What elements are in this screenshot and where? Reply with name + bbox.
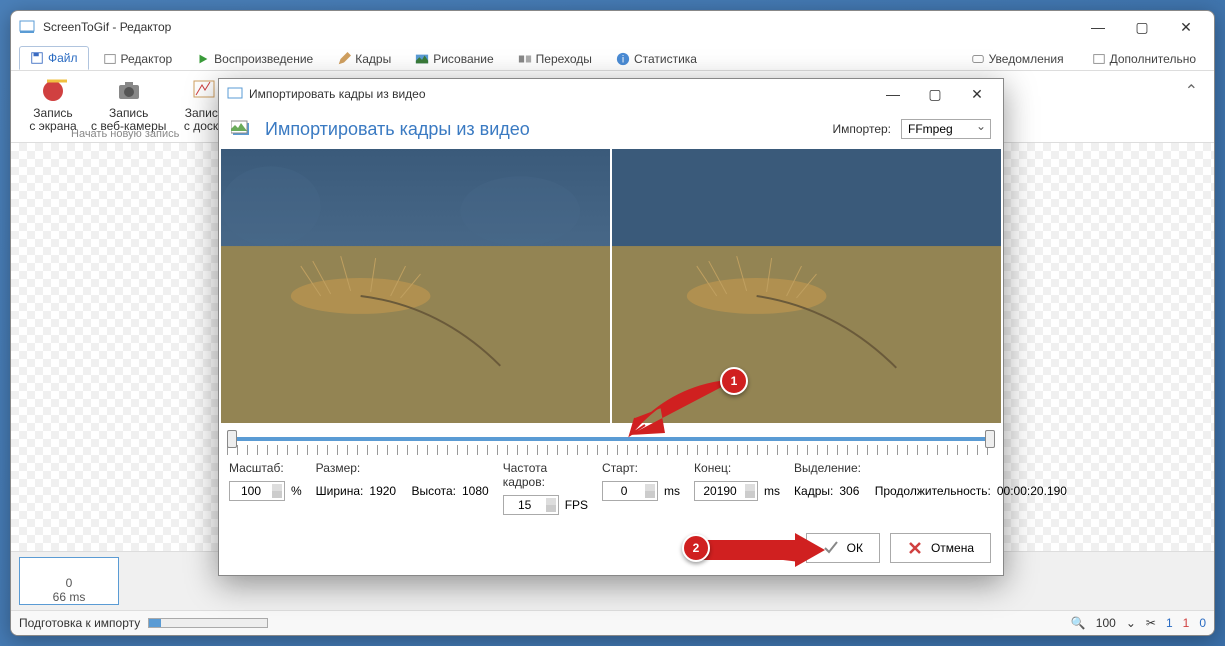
- fps-label: Частота кадров:: [503, 461, 588, 489]
- tab-draw[interactable]: Рисование: [405, 48, 503, 70]
- slider-ticks: [227, 445, 995, 455]
- size-label: Размер:: [316, 461, 489, 475]
- slider-handle-end[interactable]: [985, 430, 995, 448]
- scissors-icon[interactable]: ✂: [1146, 616, 1156, 630]
- status-num-2: 1: [1183, 616, 1190, 630]
- import-dialog: Импортировать кадры из видео — ▢ ✕ Импор…: [218, 78, 1004, 576]
- importer-select[interactable]: FFmpeg: [901, 119, 991, 139]
- ribbon-group-label: Начать новую запись: [71, 128, 179, 140]
- importer-label: Импортер:: [833, 122, 892, 136]
- zoom-icon: 🔍: [1071, 616, 1086, 630]
- fps-input[interactable]: 15: [503, 495, 559, 515]
- tab-playback[interactable]: Воспроизведение: [186, 48, 323, 70]
- cancel-button[interactable]: Отмена: [890, 533, 991, 563]
- zoom-value: 100: [1096, 616, 1116, 630]
- width-value: 1920: [369, 484, 396, 498]
- dialog-maximize-button[interactable]: ▢: [917, 81, 953, 107]
- camera-icon: [115, 77, 143, 105]
- width-label: Ширина:: [316, 484, 364, 498]
- check-icon: [823, 540, 839, 556]
- video-frames-icon: [231, 119, 255, 139]
- tab-file[interactable]: Файл: [19, 46, 89, 70]
- ribbon-tabs: Файл Редактор Воспроизведение Кадры Рисо…: [11, 43, 1214, 71]
- fields-row: Масштаб: 100% Размер: Ширина: 1920 Высот…: [219, 459, 1003, 527]
- progress-bar: [148, 618, 268, 628]
- thumb-delay: 66 ms: [53, 590, 86, 604]
- preview-end: [612, 149, 1001, 423]
- start-input[interactable]: 0: [602, 481, 658, 501]
- tab-frames[interactable]: Кадры: [327, 48, 401, 70]
- record-screen-icon: [39, 77, 67, 105]
- frame-thumbnail[interactable]: 0 66 ms: [19, 557, 119, 605]
- title-bar: ScreenToGif - Редактор — ▢ ✕: [11, 11, 1214, 43]
- zoom-dropdown-icon[interactable]: ⌄: [1126, 616, 1136, 630]
- editor-icon: [103, 52, 117, 66]
- tab-stats[interactable]: iСтатистика: [606, 48, 707, 70]
- preview-area: [219, 149, 1003, 423]
- end-input[interactable]: 20190: [694, 481, 758, 501]
- dialog-header: Импортировать кадры из видео Импортер: F…: [219, 109, 1003, 149]
- collapse-ribbon-button[interactable]: ⌃: [1181, 77, 1202, 136]
- minimize-button[interactable]: —: [1078, 13, 1118, 41]
- dialog-buttons: ОК Отмена: [219, 527, 1003, 575]
- scale-input[interactable]: 100: [229, 481, 285, 501]
- tab-transitions[interactable]: Переходы: [508, 48, 602, 70]
- status-bar: Подготовка к импорту 🔍 100 ⌄ ✂ 1 1 0: [11, 611, 1214, 635]
- status-num-3: 0: [1199, 616, 1206, 630]
- status-num-1: 1: [1166, 616, 1173, 630]
- transition-icon: [518, 52, 532, 66]
- tab-notifications[interactable]: Уведомления: [961, 48, 1074, 70]
- board-icon: [190, 77, 218, 105]
- selection-label: Выделение:: [794, 461, 1067, 475]
- app-icon: [19, 19, 35, 35]
- dialog-minimize-button[interactable]: —: [875, 81, 911, 107]
- pencil-icon: [337, 52, 351, 66]
- dialog-heading: Импортировать кадры из видео: [265, 119, 823, 140]
- dialog-close-button[interactable]: ✕: [959, 81, 995, 107]
- maximize-button[interactable]: ▢: [1122, 13, 1162, 41]
- duration-value: 00:00:20.190: [997, 484, 1067, 498]
- start-label: Старт:: [602, 461, 680, 475]
- scale-label: Масштаб:: [229, 461, 302, 475]
- slider-handle-start[interactable]: [227, 430, 237, 448]
- tab-more[interactable]: Дополнительно: [1082, 48, 1206, 70]
- info-icon: i: [616, 52, 630, 66]
- range-slider[interactable]: [219, 423, 1003, 459]
- play-icon: [196, 52, 210, 66]
- preview-start: [221, 149, 610, 423]
- height-value: 1080: [462, 484, 489, 498]
- end-label: Конец:: [694, 461, 780, 475]
- dialog-title-bar: Импортировать кадры из видео — ▢ ✕: [219, 79, 1003, 109]
- thumb-index: 0: [66, 576, 73, 590]
- dialog-title: Импортировать кадры из видео: [249, 87, 869, 101]
- save-icon: [30, 51, 44, 65]
- x-icon: [907, 540, 923, 556]
- bell-icon: [971, 52, 985, 66]
- svg-text:i: i: [622, 54, 624, 66]
- window-title: ScreenToGif - Редактор: [43, 20, 1078, 34]
- height-label: Высота:: [411, 484, 456, 498]
- dialog-icon: [227, 86, 243, 102]
- more-icon: [1092, 52, 1106, 66]
- picture-icon: [415, 52, 429, 66]
- duration-label: Продолжительность:: [875, 484, 991, 498]
- ok-button[interactable]: ОК: [806, 533, 880, 563]
- close-button[interactable]: ✕: [1166, 13, 1206, 41]
- frames-value: 306: [839, 484, 859, 498]
- status-text: Подготовка к импорту: [19, 616, 140, 630]
- slider-track: [227, 437, 995, 441]
- frames-label: Кадры:: [794, 484, 833, 498]
- tab-editor[interactable]: Редактор: [93, 48, 183, 70]
